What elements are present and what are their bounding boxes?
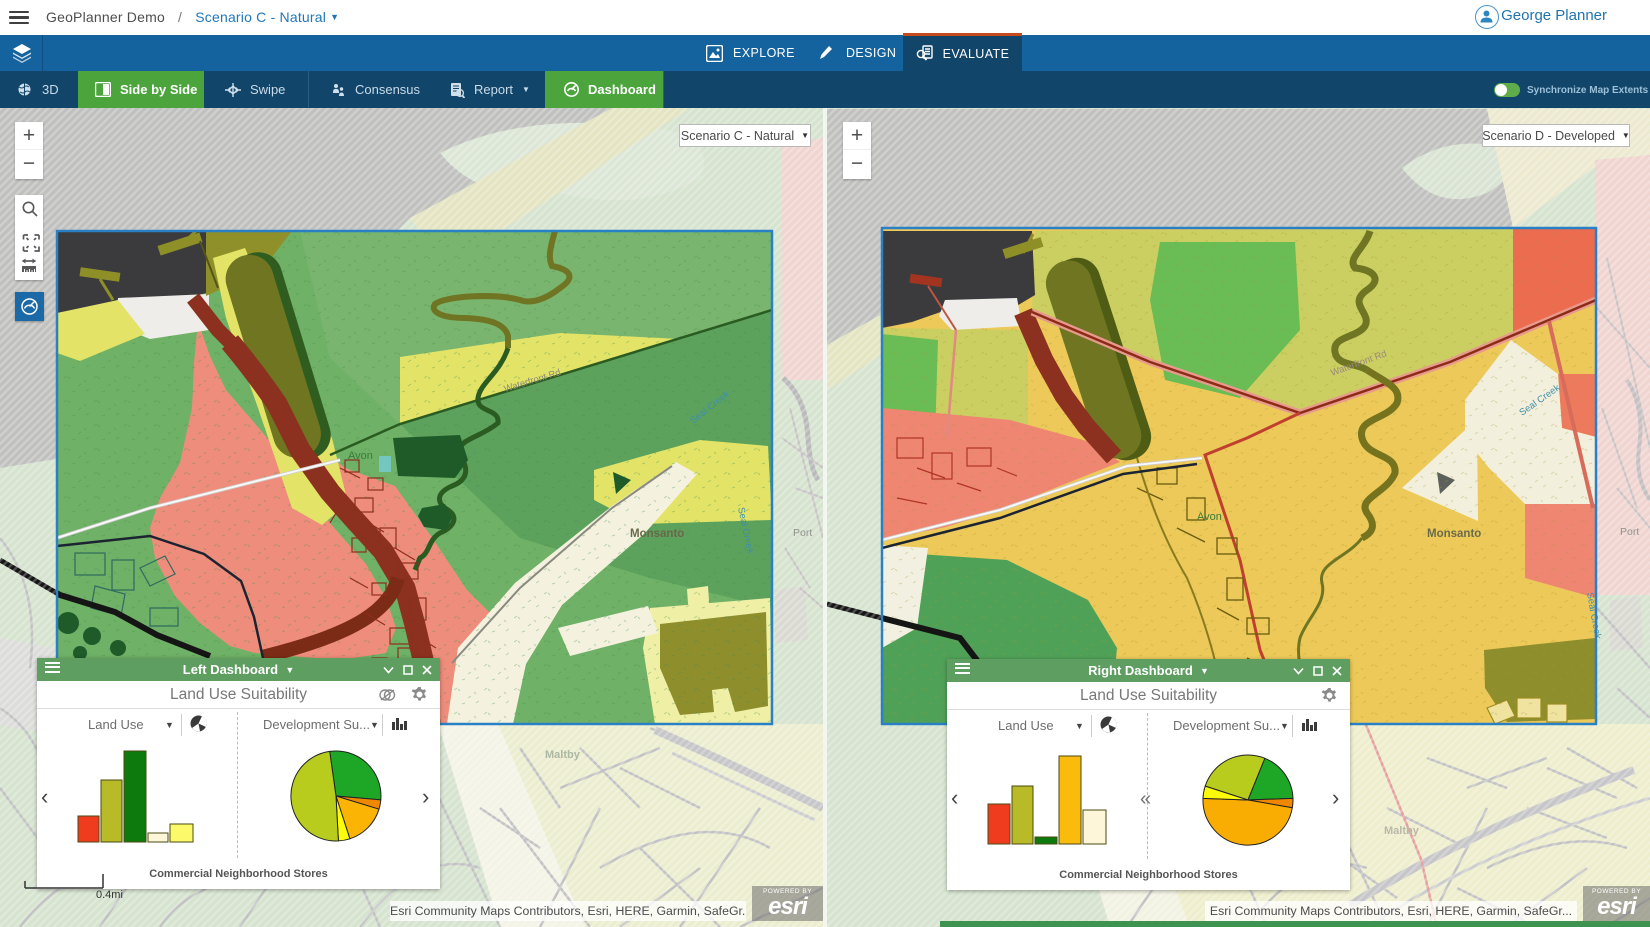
svg-text:Avon: Avon [348, 450, 373, 462]
svg-text:0.4mi: 0.4mi [96, 889, 123, 900]
svg-text:Avon: Avon [1197, 511, 1222, 523]
svg-text:Monsanto: Monsanto [1427, 528, 1481, 540]
svg-text:Maltby: Maltby [1384, 825, 1420, 837]
svg-text:Monsanto: Monsanto [630, 528, 684, 540]
svg-text:Port: Port [1620, 526, 1639, 538]
svg-text:Maltby: Maltby [545, 749, 581, 761]
svg-text:Port: Port [793, 527, 812, 539]
